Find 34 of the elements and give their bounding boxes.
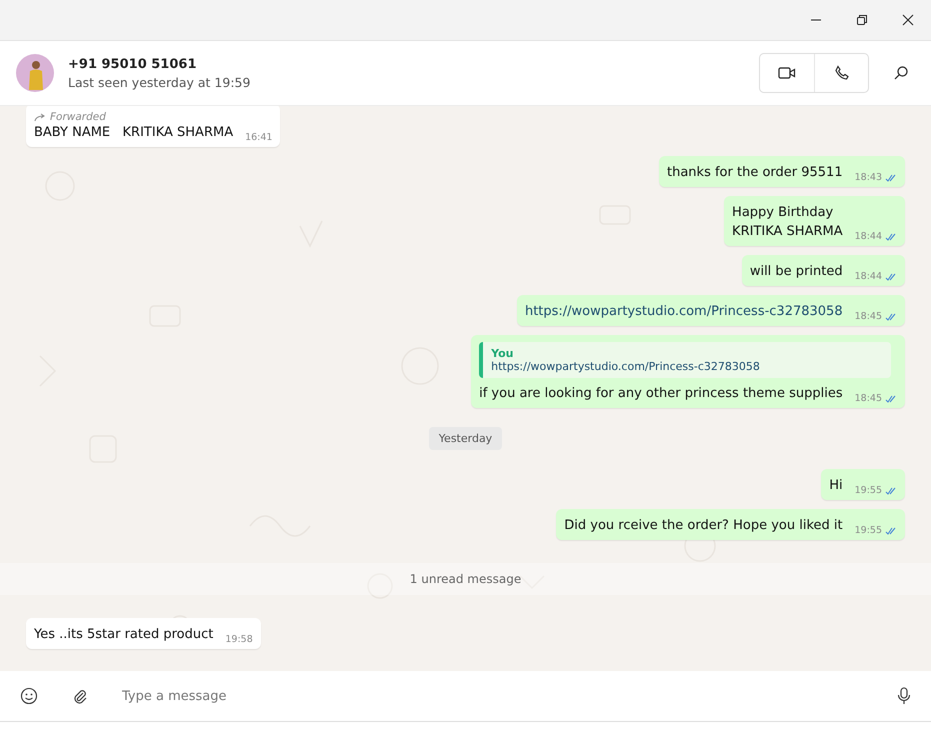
message-time: 16:41 xyxy=(245,132,272,143)
avatar[interactable] xyxy=(16,54,54,92)
restore-icon[interactable] xyxy=(856,14,868,26)
emoji-icon[interactable] xyxy=(20,687,38,705)
message-time: 18:43 xyxy=(854,172,882,183)
message-text: thanks for the order 95511 xyxy=(667,164,843,182)
forwarded-label: Forwarded xyxy=(50,111,106,123)
last-seen-status: Last seen yesterday at 19:59 xyxy=(68,74,252,90)
quote-text: https://wowpartystudio.com/Princess-c32783058 xyxy=(491,360,761,373)
message-text: Did you rceive the order? Hope you liked it xyxy=(564,517,843,535)
message-text: will be printed xyxy=(750,263,843,281)
search-icon[interactable] xyxy=(893,65,909,81)
message-time: 19:55 xyxy=(854,485,882,496)
quote-author: You xyxy=(491,347,514,360)
message-time: 19:55 xyxy=(854,525,882,536)
close-icon[interactable] xyxy=(902,14,914,26)
message-text: Yes ..its 5star rated product xyxy=(34,626,214,644)
message-time: 18:44 xyxy=(854,231,882,242)
microphone-icon[interactable] xyxy=(897,687,911,705)
phone-icon xyxy=(834,65,850,81)
message-time: 18:44 xyxy=(854,271,882,282)
message-text: if you are looking for any other princess theme supplies xyxy=(479,385,843,403)
message-text: Hi xyxy=(829,477,843,495)
message-text: BABY NAME KRITIKA SHARMA xyxy=(34,124,234,142)
video-camera-icon xyxy=(778,66,796,80)
message-time: 18:45 xyxy=(854,311,882,322)
quoted-message[interactable]: You https://wowpartystudio.com/Princess-c32783058 xyxy=(479,342,892,378)
message-link[interactable]: https://wowpartystudio.com/Princess-c32783058 xyxy=(524,302,843,321)
message-text: Happy Birthday KRITIKA SHARMA xyxy=(732,204,843,241)
forward-arrow-icon xyxy=(34,112,46,122)
message-time: 19:58 xyxy=(225,634,253,645)
paperclip-icon[interactable] xyxy=(72,688,88,704)
contact-name: +91 95010 51061 xyxy=(68,56,198,72)
message-time: 18:45 xyxy=(854,393,882,404)
